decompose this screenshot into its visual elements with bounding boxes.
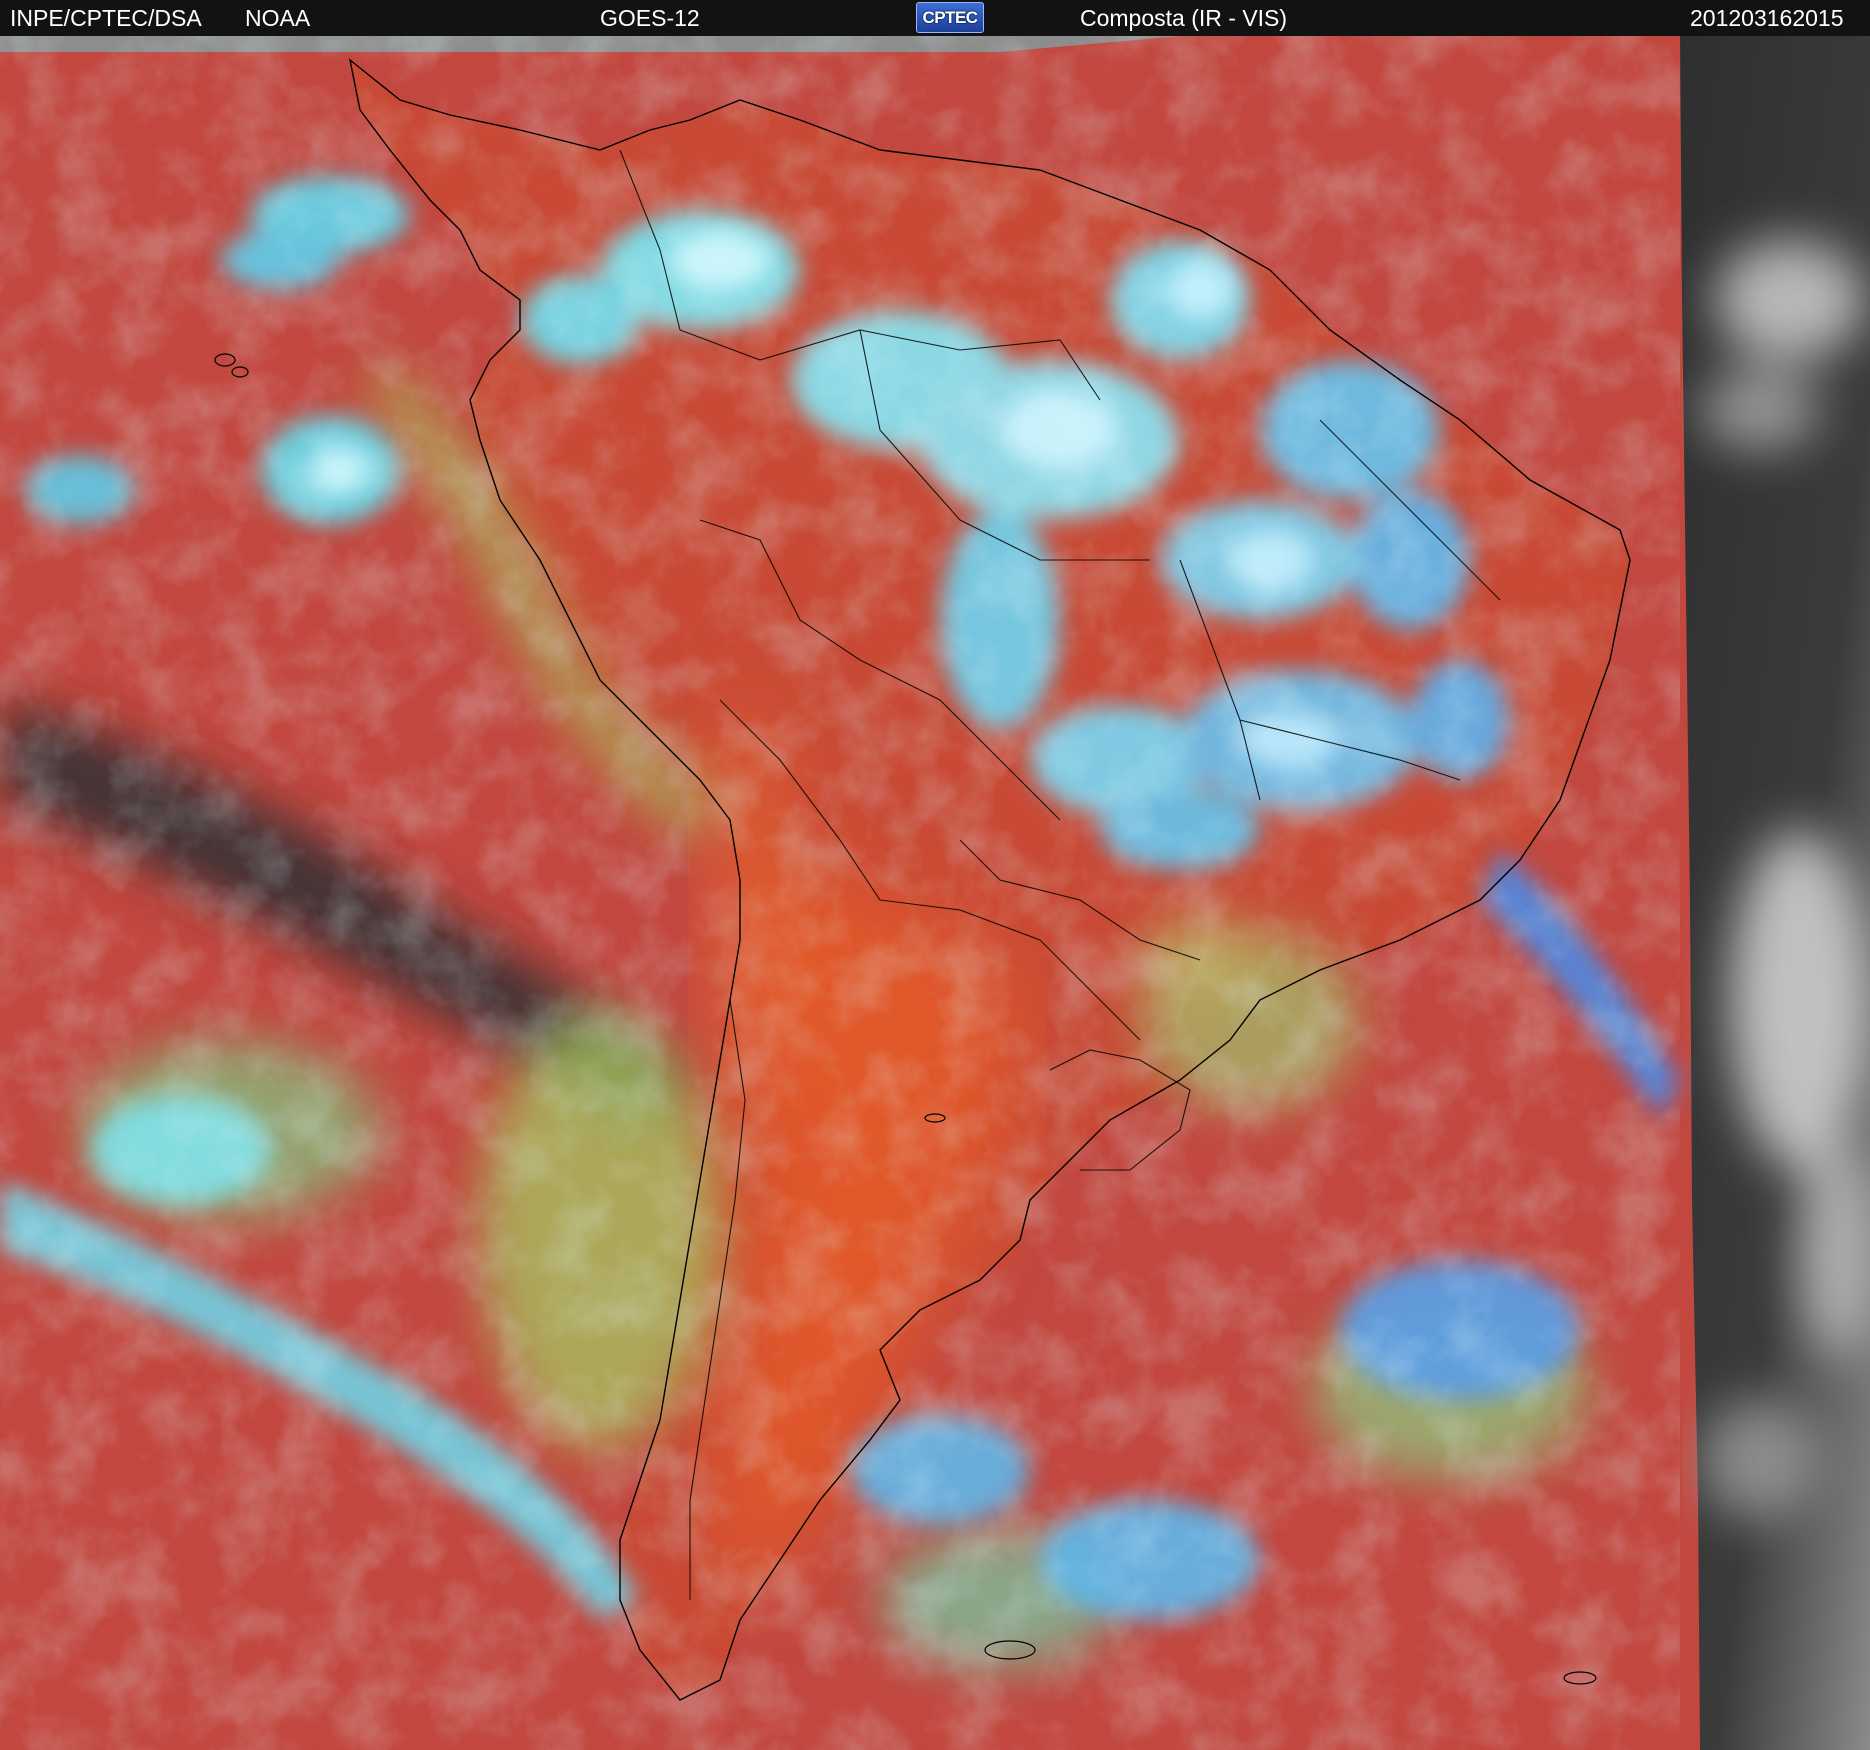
satellite-label: GOES-12 bbox=[600, 5, 700, 31]
timestamp-label: 201203162015 bbox=[1690, 5, 1844, 31]
product-label: Composta (IR - VIS) bbox=[1080, 5, 1288, 31]
satellite-image bbox=[0, 36, 1870, 1750]
cptec-logo: CPTEC bbox=[916, 2, 984, 33]
agency-label: INPE/CPTEC/DSA bbox=[10, 5, 202, 31]
cloud-texture bbox=[0, 36, 1680, 1750]
partner-label: NOAA bbox=[245, 5, 311, 31]
cptec-logo-text: CPTEC bbox=[922, 8, 978, 27]
satellite-composite bbox=[0, 36, 1870, 1750]
header-bar: INPE/CPTEC/DSA NOAA GOES-12 CPTEC Compos… bbox=[0, 0, 1870, 36]
